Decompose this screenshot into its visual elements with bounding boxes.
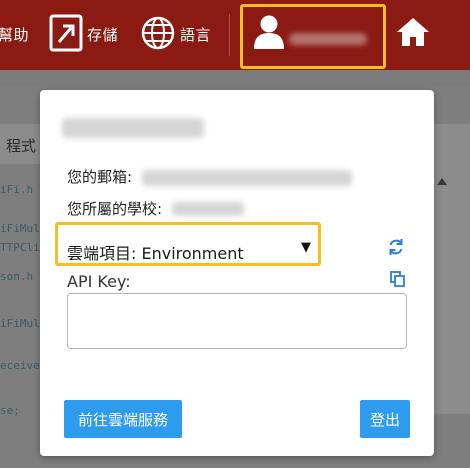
navbar-divider bbox=[229, 14, 230, 56]
user-name[interactable] bbox=[289, 33, 367, 45]
api-key-field[interactable] bbox=[67, 293, 407, 349]
globe-icon[interactable] bbox=[141, 16, 175, 54]
help-button[interactable]: 幫助 bbox=[0, 24, 29, 45]
storage-button[interactable]: 存儲 bbox=[87, 24, 118, 45]
dropdown-arrow-icon[interactable]: ▼ bbox=[301, 240, 311, 255]
copy-icon[interactable] bbox=[390, 271, 405, 291]
email-value-redacted bbox=[142, 170, 352, 186]
school-value-redacted bbox=[172, 202, 244, 216]
language-button[interactable]: 語言 bbox=[180, 24, 211, 45]
top-navbar: 幫助 存儲 語言 bbox=[0, 0, 470, 70]
account-modal: 您的郵箱: 您所屬的學校: 雲端項目: Environment ▼ API Ke… bbox=[40, 90, 434, 456]
code-line: iFiMul bbox=[0, 222, 40, 235]
background-panel-title: 程式 bbox=[6, 137, 37, 155]
code-line: son.h bbox=[0, 270, 34, 283]
code-line: TTPCli bbox=[0, 241, 40, 254]
code-line: se; bbox=[0, 404, 20, 417]
api-key-label: API Key: bbox=[67, 272, 131, 291]
home-icon[interactable] bbox=[396, 16, 430, 52]
logout-button[interactable]: 登出 bbox=[360, 400, 410, 438]
cloud-project-selected[interactable]: 雲端項目: Environment bbox=[67, 240, 244, 264]
code-line: iFiMul bbox=[0, 317, 40, 330]
background-scroll-panel bbox=[433, 124, 470, 414]
go-cloud-service-button[interactable]: 前往雲端服務 bbox=[64, 400, 182, 438]
code-line: iFi.h bbox=[0, 183, 34, 196]
refresh-icon[interactable] bbox=[388, 238, 404, 260]
code-line: eceive bbox=[0, 359, 40, 372]
email-label: 您的郵箱: bbox=[67, 168, 133, 186]
modal-header-redacted bbox=[62, 118, 204, 138]
user-icon[interactable] bbox=[252, 14, 286, 54]
scroll-up-icon bbox=[437, 178, 447, 185]
storage-icon[interactable] bbox=[49, 14, 83, 56]
school-label: 您所屬的學校: bbox=[67, 200, 163, 218]
